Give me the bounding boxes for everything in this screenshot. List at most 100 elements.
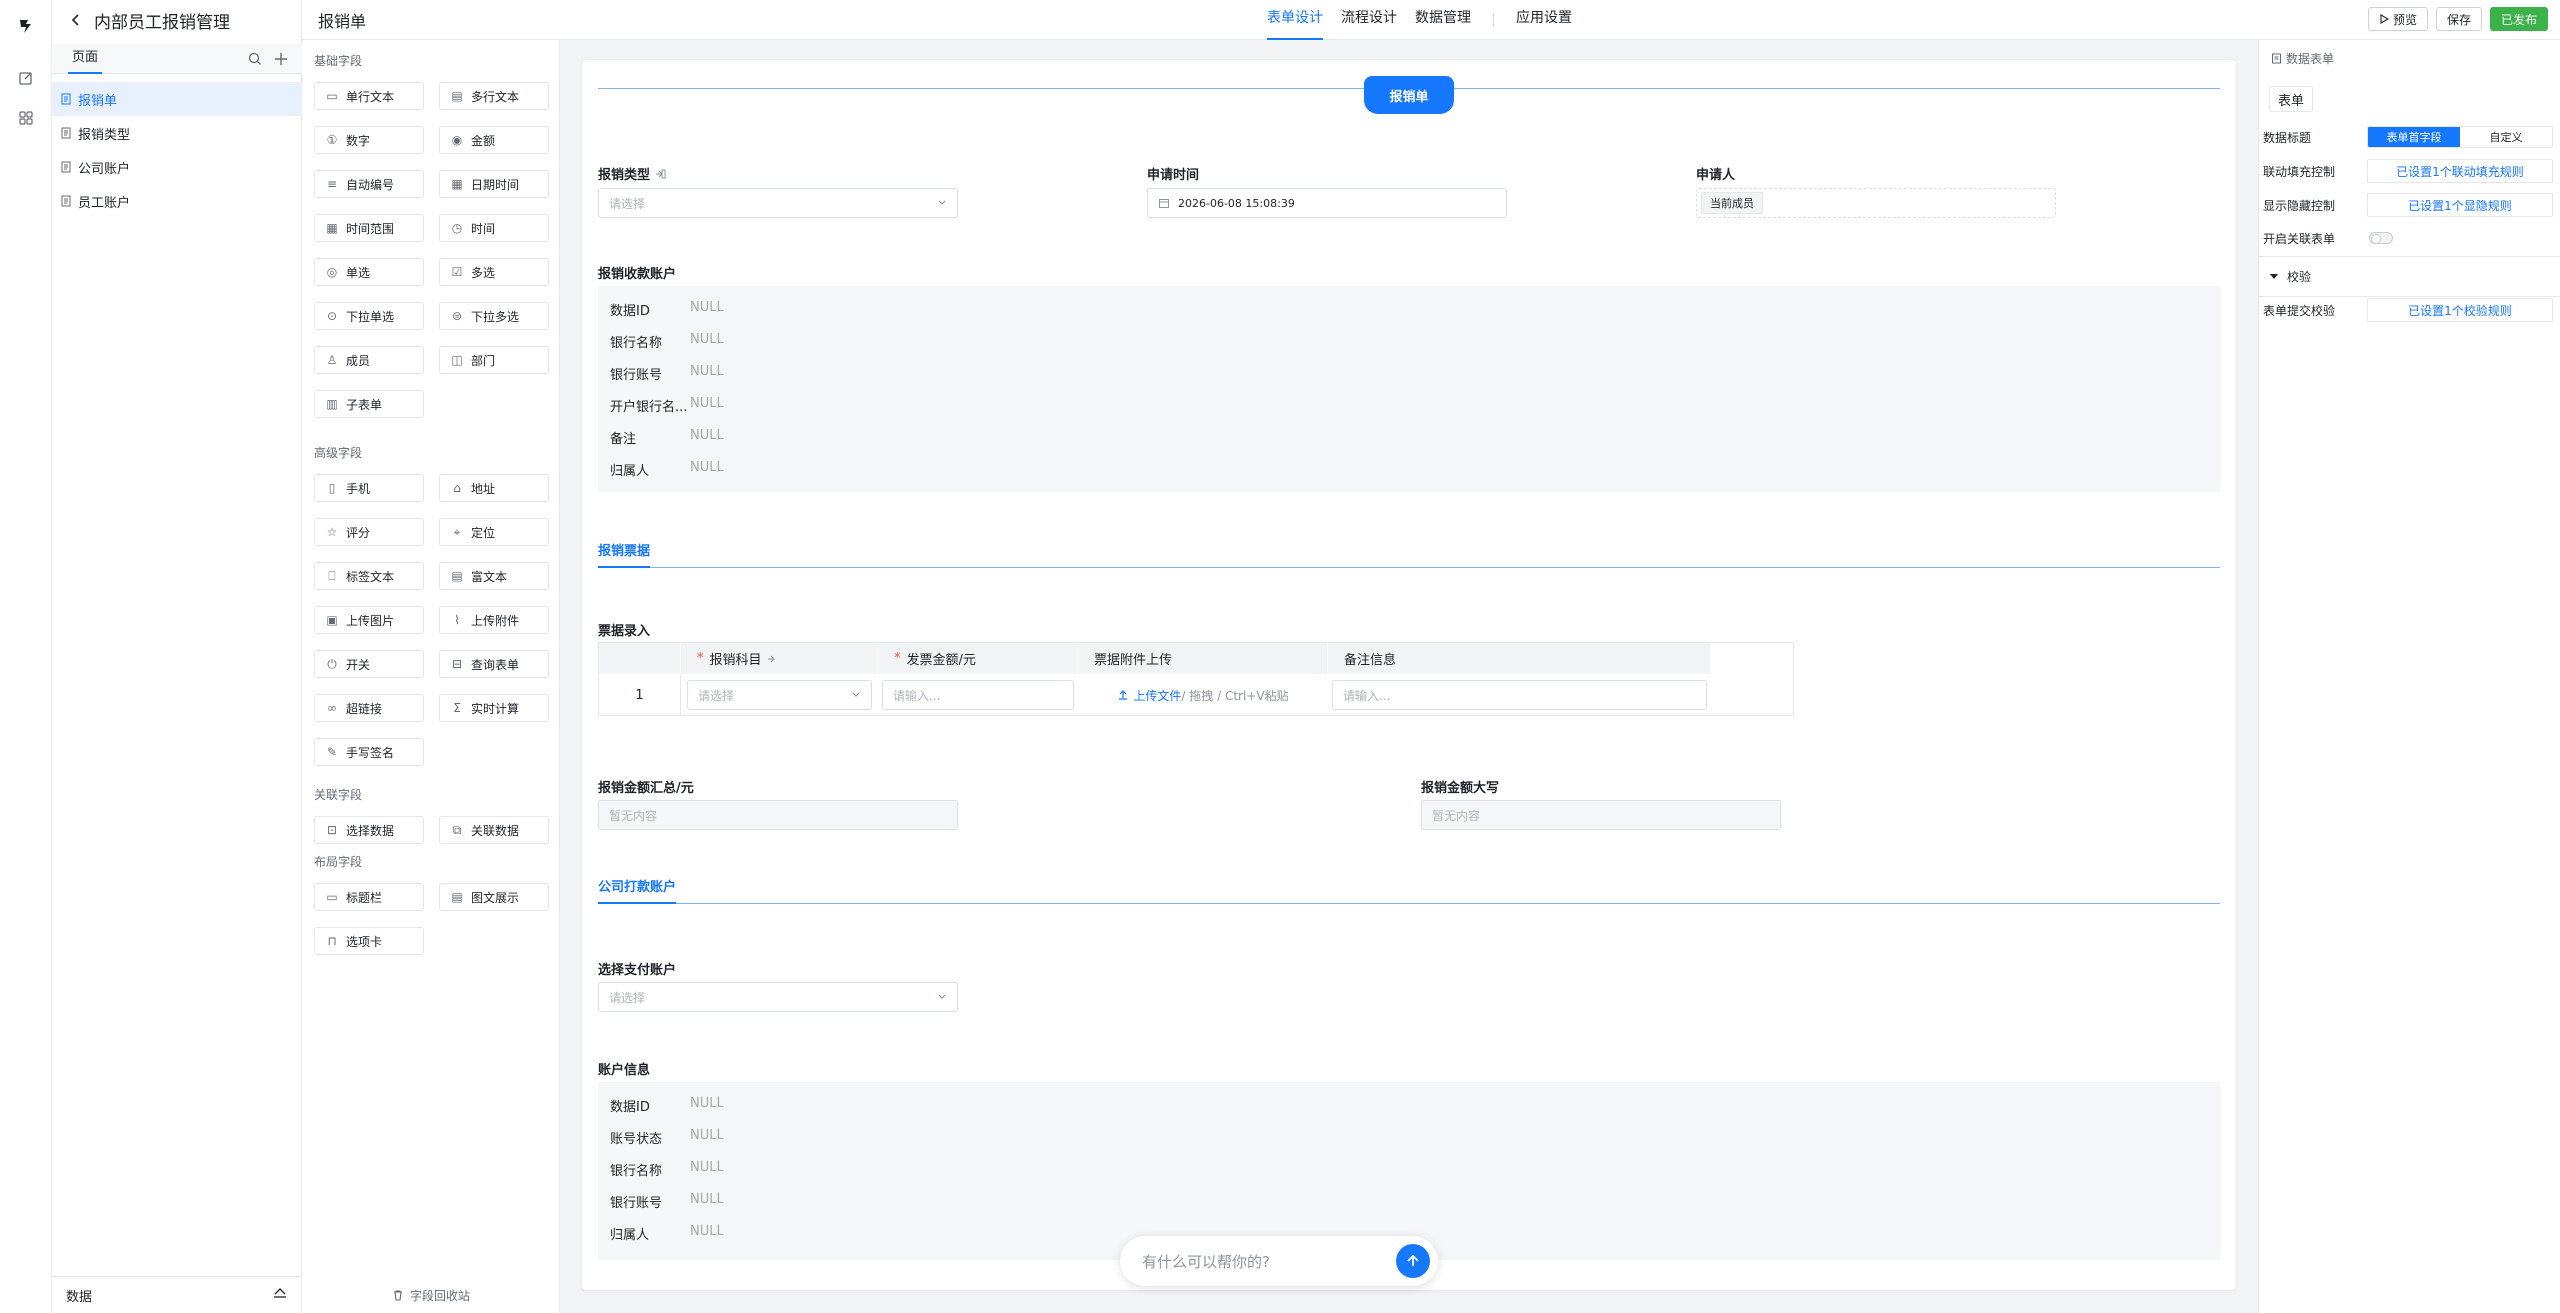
validate-section[interactable]: 校验	[2269, 263, 2560, 289]
header-tab[interactable]: 表单设计	[1267, 0, 1323, 40]
form-title-banner[interactable]: 报销单	[1364, 76, 1454, 114]
palette-field-item[interactable]: ♙ 成员	[314, 346, 424, 374]
subject-select[interactable]: 请选择	[687, 680, 872, 710]
palette-field-label: 单行文本	[346, 89, 395, 104]
data-footer[interactable]: 数据	[52, 1276, 302, 1313]
search-icon[interactable]	[248, 52, 262, 70]
palette-field-item[interactable]: ⊟ 查询表单	[439, 650, 549, 678]
palette-field-item[interactable]: ▤ 富文本	[439, 562, 549, 590]
visibility-rules-button[interactable]: 已设置1个显隐规则	[2367, 193, 2553, 217]
page-item[interactable]: 公司账户	[52, 150, 302, 184]
palette-field-item[interactable]: ▯ 手机	[314, 474, 424, 502]
linkage-rules-button[interactable]: 已设置1个联动填充规则	[2367, 159, 2553, 183]
preview-button[interactable]: 预览	[2367, 7, 2428, 31]
ai-chat-input[interactable]: 有什么可以帮你的?	[1120, 1236, 1438, 1286]
palette-field-item[interactable]: ▥ 子表单	[314, 390, 424, 418]
page-doc-icon	[61, 161, 71, 173]
palette-field-label: 手机	[346, 481, 371, 496]
serial-icon: ≡	[326, 177, 338, 191]
field-palette: 基础字段 ▭ 单行文本 ▤ 多行文本 ① 数字 ◉ 金额 ≡ 自动编号 ▦ 日期时间 ▦ 时间范围 ◷ 时间 ◎ 单…	[302, 40, 560, 1313]
data-title-toggle: 表单首字段 自定义	[2367, 126, 2553, 148]
invoice-section-header: 报销票据	[598, 538, 2220, 568]
header-tab[interactable]: 数据管理	[1415, 0, 1471, 40]
palette-field-item[interactable]: ≡ 自动编号	[314, 170, 424, 198]
page-item[interactable]: 员工账户	[52, 184, 302, 218]
amount-input[interactable]: 请输入...	[882, 680, 1074, 710]
info-key: 归属人	[610, 1228, 650, 1243]
visibility-label: 显示隐藏控制	[2263, 198, 2336, 213]
palette-field-item[interactable]: ▤ 图文展示	[439, 883, 549, 911]
edit-icon[interactable]	[14, 66, 38, 90]
field-recycle-bin[interactable]: 字段回收站	[302, 1277, 560, 1313]
sigma-icon: Σ	[453, 701, 461, 715]
page-item[interactable]: 报销单	[52, 82, 302, 116]
palette-section-title: 高级字段	[314, 446, 363, 460]
palette-field-item[interactable]: ▭ 标题栏	[314, 883, 424, 911]
type-select[interactable]: 请选择	[598, 188, 958, 218]
applicant-field[interactable]: 当前成员	[1696, 188, 2056, 218]
palette-field-item[interactable]: ⊙ 下拉单选	[314, 302, 424, 330]
send-button[interactable]	[1396, 1244, 1430, 1278]
palette-field-item[interactable]: ⊓ 选项卡	[314, 927, 424, 955]
palette-field-item[interactable]: ▤ 多行文本	[439, 82, 549, 110]
palette-field-item[interactable]: ◎ 单选	[314, 258, 424, 286]
subform-icon: ▥	[326, 397, 338, 411]
palette-field-item[interactable]: ▣ 上传图片	[314, 606, 424, 634]
palette-field-item[interactable]: ⎕ 标签文本	[314, 562, 424, 590]
apps-grid-icon[interactable]	[14, 106, 38, 130]
tab-pages[interactable]: 页面	[68, 44, 103, 74]
page-item-label: 报销单	[78, 93, 118, 109]
header-tabs: 表单设计 流程设计 数据管理 应用设置	[1267, 0, 1572, 40]
palette-field-item[interactable]: ① 数字	[314, 126, 424, 154]
related-toggle[interactable]	[2369, 232, 2393, 244]
palette-field-item[interactable]: ◉ 金额	[439, 126, 549, 154]
palette-field-item[interactable]: ⌖ 定位	[439, 518, 549, 546]
submit-check-button[interactable]: 已设置1个校验规则	[2367, 298, 2553, 322]
palette-field-item[interactable]: ⧉ 关联数据	[439, 816, 549, 844]
time-input[interactable]: 2026-06-08 15:08:39	[1147, 188, 1507, 218]
pay-account-select[interactable]: 请选择	[598, 982, 958, 1012]
upload-link[interactable]: 上传文件	[1133, 687, 1181, 704]
palette-field-item[interactable]: ▦ 日期时间	[439, 170, 549, 198]
note-input[interactable]: 请输入...	[1332, 680, 1707, 710]
palette-field-item[interactable]: ⊜ 下拉多选	[439, 302, 549, 330]
info-row: 银行名称 NULL	[610, 1160, 724, 1179]
richtext-icon: ▤	[451, 569, 463, 583]
page-item[interactable]: 报销类型	[52, 116, 302, 150]
header-tab[interactable]: 流程设计	[1341, 0, 1397, 40]
palette-field-item[interactable]: ◫ 部门	[439, 346, 549, 374]
header-tab[interactable]: 应用设置	[1516, 0, 1572, 40]
palette-field-item[interactable]: ⌂ 地址	[439, 474, 549, 502]
palette-field-item[interactable]: Σ 实时计算	[439, 694, 549, 722]
palette-field-item[interactable]: ⏻ 开关	[314, 650, 424, 678]
props-tab-form[interactable]: 表单	[2269, 86, 2314, 112]
palette-field-item[interactable]: ◷ 时间	[439, 214, 549, 242]
note-header: 备注信息	[1328, 643, 1711, 674]
palette-field-item[interactable]: ∞ 超链接	[314, 694, 424, 722]
company-section-tab[interactable]: 公司打款账户	[598, 874, 677, 904]
upload-area[interactable]: 上传文件 / 拖拽 / Ctrl+V粘贴	[1082, 680, 1324, 710]
seg-first-field[interactable]: 表单首字段	[2368, 127, 2460, 147]
palette-field-item[interactable]: ✎ 手写签名	[314, 738, 424, 766]
palette-field-item[interactable]: ☆ 评分	[314, 518, 424, 546]
invoice-section-tab[interactable]: 报销票据	[598, 538, 651, 568]
chevron-down-icon	[938, 994, 946, 999]
seg-custom[interactable]: 自定义	[2460, 127, 2552, 147]
palette-field-item[interactable]: ☑ 多选	[439, 258, 549, 286]
palette-field-item[interactable]: ▦ 时间范围	[314, 214, 424, 242]
back-chevron-icon[interactable]	[70, 10, 82, 30]
palette-field-label: 金额	[471, 133, 496, 148]
app-logo-icon[interactable]	[14, 14, 38, 38]
publish-button[interactable]: 已发布	[2489, 7, 2548, 31]
palette-field-item[interactable]: ⌇ 上传附件	[439, 606, 549, 634]
page-item-label: 公司账户	[78, 161, 131, 177]
select-data-icon: ⊡	[326, 823, 338, 837]
collapse-up-icon[interactable]	[272, 1286, 288, 1304]
palette-field-item[interactable]: ▭ 单行文本	[314, 82, 424, 110]
add-page-icon[interactable]	[274, 52, 288, 70]
palette-field-label: 上传附件	[471, 613, 520, 628]
palette-field-item[interactable]: ⊡ 选择数据	[314, 816, 424, 844]
save-button[interactable]: 保存	[2435, 7, 2482, 31]
clock-icon: ◷	[451, 221, 463, 235]
page-doc-icon	[61, 195, 71, 207]
